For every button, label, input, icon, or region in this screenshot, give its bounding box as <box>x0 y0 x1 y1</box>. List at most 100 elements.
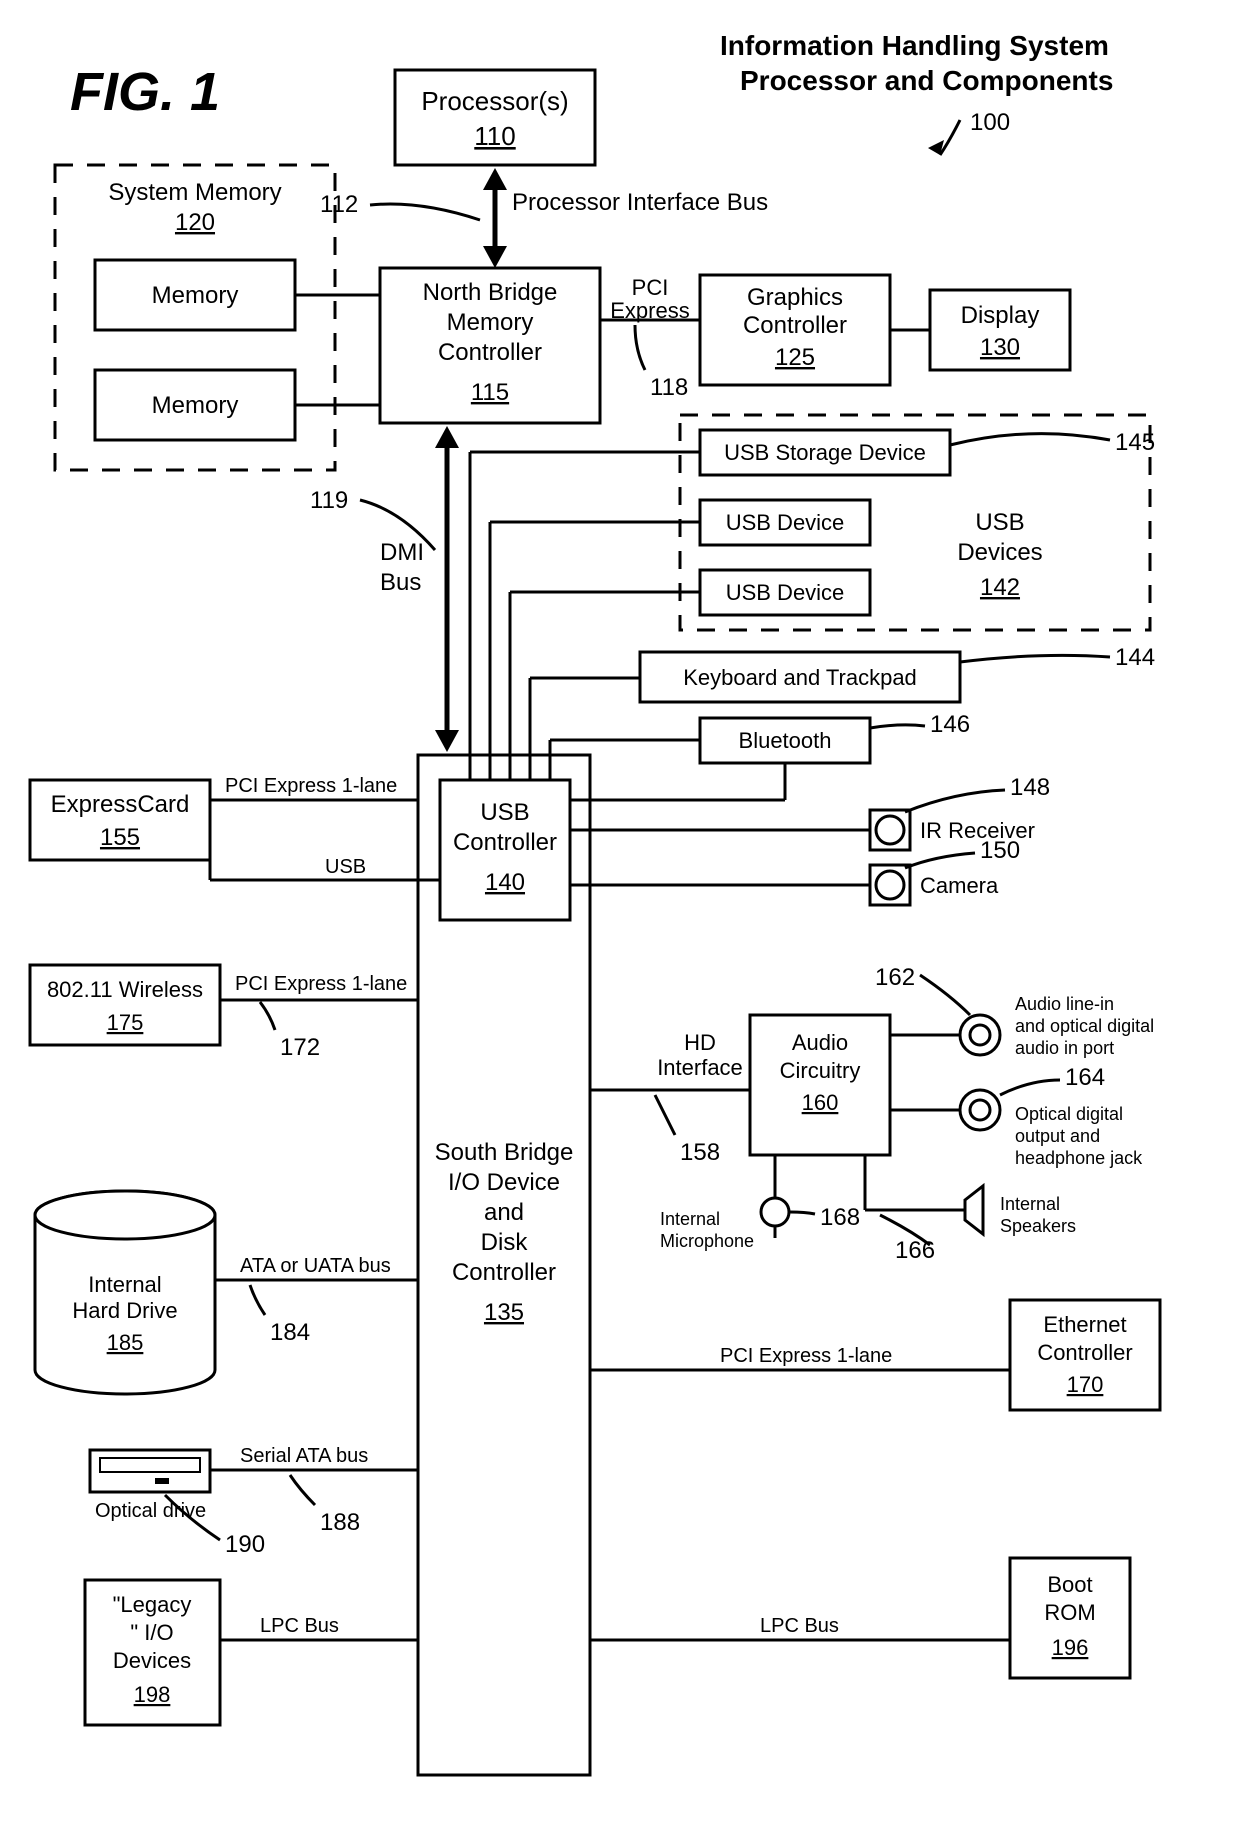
svg-text:USB Device: USB Device <box>726 580 845 605</box>
audio-block: HD Interface 158 Audio Circuitry 160 <box>590 1015 890 1166</box>
svg-text:Bus: Bus <box>380 569 421 596</box>
svg-text:Controller: Controller <box>453 829 557 856</box>
bootrom-block: LPC Bus Boot ROM 196 <box>590 1558 1130 1678</box>
svg-text:and: and <box>484 1199 524 1226</box>
svg-text:142: 142 <box>980 574 1020 601</box>
svg-text:PCI Express 1-lane: PCI Express 1-lane <box>720 1345 892 1367</box>
svg-text:170: 170 <box>1067 1372 1104 1397</box>
svg-text:DMI: DMI <box>380 539 424 566</box>
svg-text:120: 120 <box>175 209 215 236</box>
svg-text:Keyboard and Trackpad: Keyboard and Trackpad <box>683 665 917 690</box>
keyboard-block: Keyboard and Trackpad 144 <box>640 644 1155 702</box>
internal-mic: Internal Microphone 168 <box>660 1155 860 1251</box>
svg-text:ExpressCard: ExpressCard <box>51 791 190 818</box>
svg-text:Devices: Devices <box>113 1648 191 1673</box>
svg-text:184: 184 <box>270 1319 310 1346</box>
svg-text:125: 125 <box>775 344 815 371</box>
svg-text:Serial ATA bus: Serial ATA bus <box>240 1445 368 1467</box>
svg-text:155: 155 <box>100 824 140 851</box>
svg-text:PCI: PCI <box>632 275 669 300</box>
processors-block: Processor(s) 110 <box>395 70 595 165</box>
svg-text:119: 119 <box>310 487 348 514</box>
svg-text:Controller: Controller <box>438 339 542 366</box>
svg-text:145: 145 <box>1115 429 1155 456</box>
svg-text:audio in port: audio in port <box>1015 1038 1114 1058</box>
page-title-l1: Information Handling System <box>720 30 1109 61</box>
svg-text:Microphone: Microphone <box>660 1231 754 1251</box>
svg-text:Bluetooth: Bluetooth <box>739 728 832 753</box>
processor-bus-arrow: Processor Interface Bus 112 <box>320 168 768 268</box>
svg-text:175: 175 <box>107 1010 144 1035</box>
svg-text:148: 148 <box>1010 774 1050 801</box>
optical-drive: Optical drive Serial ATA bus 188 190 <box>90 1445 418 1558</box>
svg-text:164: 164 <box>1065 1064 1105 1091</box>
svg-text:USB Device: USB Device <box>726 510 845 535</box>
svg-text:and optical digital: and optical digital <box>1015 1016 1154 1036</box>
wireless-block: 802.11 Wireless 175 PCI Express 1-lane 1… <box>30 965 418 1061</box>
svg-text:196: 196 <box>1052 1635 1089 1660</box>
svg-text:Graphics: Graphics <box>747 284 843 311</box>
dmi-bus-arrow: DMI Bus 119 <box>310 426 459 752</box>
svg-text:166: 166 <box>895 1237 935 1264</box>
svg-text:150: 150 <box>980 837 1020 864</box>
figure-label: FIG. 1 <box>70 62 220 122</box>
svg-text:146: 146 <box>930 711 970 738</box>
svg-text:Processor(s): Processor(s) <box>421 86 568 116</box>
svg-text:168: 168 <box>820 1204 860 1231</box>
svg-text:198: 198 <box>134 1682 171 1707</box>
page-title-l2: Processor and Components <box>740 65 1113 96</box>
svg-text:Devices: Devices <box>957 539 1042 566</box>
svg-text:Camera: Camera <box>920 873 999 898</box>
bluetooth-block: Bluetooth 146 <box>570 711 970 800</box>
svg-text:PCI Express 1-lane: PCI Express 1-lane <box>235 973 407 995</box>
svg-text:ROM: ROM <box>1044 1600 1095 1625</box>
memory-2-label: Memory <box>152 392 239 419</box>
svg-text:110: 110 <box>474 121 515 151</box>
svg-text:" I/O: " I/O <box>130 1620 173 1645</box>
svg-text:Speakers: Speakers <box>1000 1216 1076 1236</box>
svg-text:160: 160 <box>802 1090 839 1115</box>
svg-text:Audio: Audio <box>792 1030 848 1055</box>
camera: Camera 150 <box>570 837 1020 905</box>
svg-text:USB: USB <box>975 509 1024 536</box>
svg-text:Processor Interface Bus: Processor Interface Bus <box>512 189 768 216</box>
svg-text:Controller: Controller <box>743 312 847 339</box>
svg-text:Internal: Internal <box>660 1209 720 1229</box>
svg-text:Internal: Internal <box>1000 1194 1060 1214</box>
svg-text:Disk: Disk <box>481 1229 529 1256</box>
svg-text:PCI Express 1-lane: PCI Express 1-lane <box>225 775 397 797</box>
legacy-io-block: "Legacy " I/O Devices 198 LPC Bus <box>85 1580 418 1725</box>
svg-text:158: 158 <box>680 1139 720 1166</box>
svg-text:Circuitry: Circuitry <box>780 1058 861 1083</box>
svg-text:Ethernet: Ethernet <box>1043 1312 1126 1337</box>
svg-text:LPC Bus: LPC Bus <box>260 1615 339 1637</box>
svg-text:140: 140 <box>485 869 525 896</box>
svg-text:South Bridge: South Bridge <box>435 1139 574 1166</box>
svg-text:188: 188 <box>320 1509 360 1536</box>
svg-text:headphone jack: headphone jack <box>1015 1148 1143 1168</box>
svg-text:135: 135 <box>484 1299 524 1326</box>
svg-text:output and: output and <box>1015 1126 1100 1146</box>
internal-speakers: Internal Speakers 166 <box>865 1155 1076 1264</box>
svg-text:Boot: Boot <box>1047 1572 1092 1597</box>
svg-text:Optical digital: Optical digital <box>1015 1104 1123 1124</box>
svg-text:802.11 Wireless: 802.11 Wireless <box>47 977 203 1002</box>
svg-text:LPC Bus: LPC Bus <box>760 1615 839 1637</box>
display-block: Display 130 <box>930 290 1070 370</box>
graphics-block: Graphics Controller 125 <box>700 275 930 385</box>
ethernet-block: PCI Express 1-lane Ethernet Controller 1… <box>590 1300 1160 1410</box>
svg-text:I/O Device: I/O Device <box>448 1169 560 1196</box>
svg-text:185: 185 <box>107 1330 144 1355</box>
audio-optical-out: Optical digital output and headphone jac… <box>890 1064 1143 1168</box>
svg-text:ATA or UATA bus: ATA or UATA bus <box>240 1255 391 1277</box>
audio-line-in: Audio line-in and optical digital audio … <box>875 964 1154 1058</box>
svg-text:HD: HD <box>684 1030 716 1055</box>
svg-text:144: 144 <box>1115 644 1155 671</box>
svg-text:118: 118 <box>650 374 688 401</box>
memory-1-label: Memory <box>152 282 239 309</box>
diagram-canvas: FIG. 1 Information Handling System Proce… <box>0 0 1240 1840</box>
northbridge-block: North Bridge Memory Controller 115 <box>380 268 600 423</box>
svg-text:Express: Express <box>610 298 689 323</box>
hdd-block: Internal Hard Drive 185 ATA or UATA bus … <box>35 1191 418 1394</box>
svg-text:USB: USB <box>325 856 366 878</box>
